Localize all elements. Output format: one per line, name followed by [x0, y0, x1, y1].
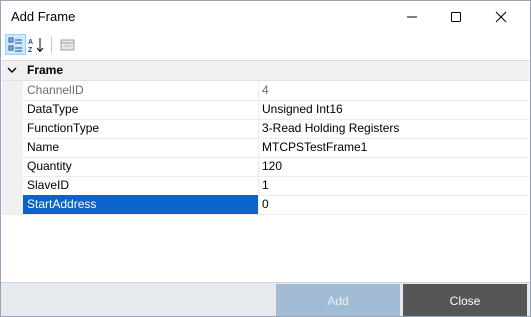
column-splitter[interactable] — [258, 100, 259, 119]
title-bar: Add Frame — [1, 1, 530, 33]
row-gutter — [2, 100, 23, 119]
category-row-frame[interactable]: Frame — [2, 61, 529, 81]
row-gutter — [2, 195, 23, 214]
category-label: Frame — [27, 63, 64, 77]
property-pages-button[interactable] — [57, 34, 78, 55]
window-title: Add Frame — [11, 9, 76, 24]
property-value[interactable]: 3-Read Holding Registers — [260, 119, 528, 138]
row-gutter — [2, 81, 23, 100]
property-row-name[interactable]: Name MTCPSTestFrame1 — [2, 138, 529, 158]
add-frame-dialog: Add Frame A Z Frame ChannelID 4 DataType… — [0, 0, 531, 317]
column-splitter[interactable] — [258, 157, 259, 176]
property-pages-icon — [60, 39, 75, 50]
property-name: Name — [27, 140, 60, 154]
close-icon — [495, 11, 507, 23]
property-row-quantity[interactable]: Quantity 120 — [2, 157, 529, 177]
close-button[interactable]: Close — [403, 284, 527, 316]
property-value[interactable]: 4 — [260, 81, 528, 100]
toolbar-separator — [51, 37, 52, 53]
property-name: StartAddress — [23, 195, 258, 214]
row-gutter — [2, 119, 23, 138]
property-row-datatype[interactable]: DataType Unsigned Int16 — [2, 100, 529, 120]
sort-az-icon: A Z — [28, 37, 44, 53]
row-gutter — [2, 157, 23, 176]
chevron-down-icon[interactable] — [6, 64, 18, 76]
column-splitter[interactable] — [258, 81, 259, 100]
svg-text:A: A — [28, 39, 33, 46]
property-name: FunctionType — [27, 121, 100, 135]
categorized-icon — [8, 37, 22, 52]
close-window-button[interactable] — [481, 1, 521, 33]
property-value[interactable]: Unsigned Int16 — [260, 100, 528, 119]
dialog-footer: Add Close — [1, 282, 530, 316]
property-value[interactable]: 1 — [260, 176, 528, 195]
property-name: Quantity — [27, 159, 72, 173]
maximize-icon — [451, 12, 461, 22]
column-splitter[interactable] — [258, 195, 259, 214]
property-grid: Frame ChannelID 4 DataType Unsigned Int1… — [2, 60, 529, 283]
row-gutter — [2, 176, 23, 195]
row-gutter — [2, 138, 23, 157]
property-name: SlaveID — [27, 178, 70, 192]
property-value[interactable]: 0 — [260, 195, 528, 214]
property-name: ChannelID — [27, 83, 84, 97]
column-splitter[interactable] — [258, 176, 259, 195]
column-splitter[interactable] — [258, 138, 259, 157]
maximize-button[interactable] — [436, 1, 476, 33]
categorized-button[interactable] — [5, 34, 26, 55]
property-row-slaveid[interactable]: SlaveID 1 — [2, 176, 529, 196]
alphabetical-button[interactable]: A Z — [26, 34, 47, 55]
add-button[interactable]: Add — [276, 284, 400, 316]
property-row-startaddress[interactable]: StartAddress 0 — [2, 195, 529, 215]
svg-text:Z: Z — [28, 47, 33, 53]
property-value[interactable]: 120 — [260, 157, 528, 176]
minimize-icon — [407, 16, 417, 18]
property-row-channelid[interactable]: ChannelID 4 — [2, 81, 529, 101]
property-value[interactable]: MTCPSTestFrame1 — [260, 138, 528, 157]
property-row-functiontype[interactable]: FunctionType 3-Read Holding Registers — [2, 119, 529, 139]
property-name: DataType — [27, 102, 79, 116]
minimize-button[interactable] — [392, 1, 432, 33]
property-grid-toolbar: A Z — [1, 33, 530, 57]
column-splitter[interactable] — [258, 119, 259, 138]
